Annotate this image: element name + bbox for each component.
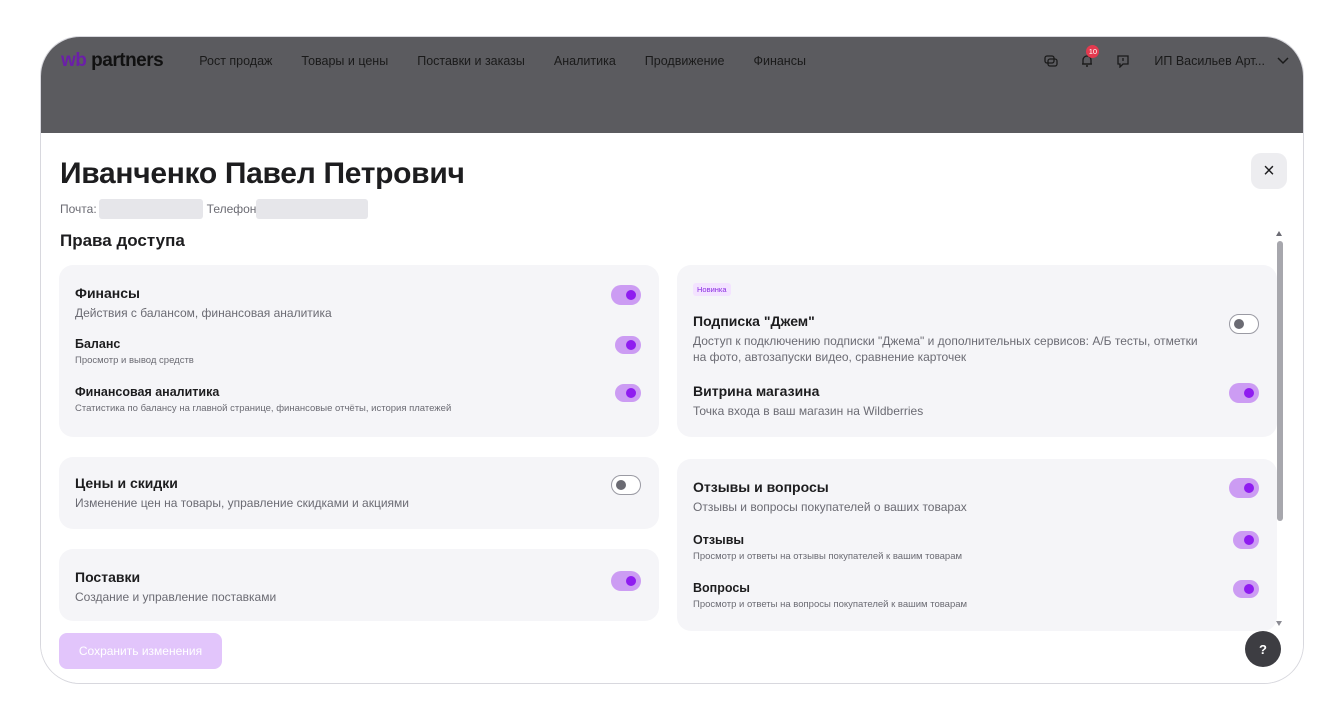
close-button[interactable]: × [1251,153,1287,189]
close-icon: × [1263,160,1275,182]
scroll-up-arrow-icon[interactable] [1276,231,1282,236]
feedback-desc: Просмотр и ответы на отзывы покупателей … [693,551,963,562]
phone-label: Телефон [206,202,257,216]
access-rights-panel: Иванченко Павел Петрович × Почта: Телефо… [41,133,1303,683]
prices-card: Цены и скидки Изменение цен на товары, у… [59,457,659,529]
subscription-card: Новинка Подписка "Джем" Доступ к подключ… [677,265,1277,437]
notification-badge: 10 [1086,45,1100,58]
balance-toggle[interactable] [615,336,641,354]
finance-analytics-desc: Статистика по балансу на главной страниц… [75,403,452,414]
storefront-title: Витрина магазина [693,383,820,399]
nav-item-promotion[interactable]: Продвижение [645,54,725,68]
balance-desc: Просмотр и вывод средств [75,355,194,366]
reviews-title: Отзывы и вопросы [693,479,829,495]
contacts-row: Почта: Телефон [60,199,369,219]
help-button[interactable]: ? [1245,631,1281,667]
section-title: Права доступа [60,231,185,250]
finance-analytics-title: Финансовая аналитика [75,385,220,399]
reviews-desc: Отзывы и вопросы покупателей о ваших тов… [693,500,967,514]
supplies-toggle[interactable] [611,571,641,591]
bell-icon[interactable]: 10 [1076,45,1100,72]
nav-item-finance[interactable]: Финансы [753,54,805,68]
scrollbar-thumb[interactable] [1277,241,1283,521]
wb-partners-logo[interactable]: wb partners [61,50,164,72]
questions-toggle[interactable] [1233,580,1259,598]
nav-item-supplies-orders[interactable]: Поставки и заказы [417,54,525,68]
top-nav: wb partners Рост продаж Товары и цены По… [41,37,1303,85]
supplies-desc: Создание и управление поставками [75,590,277,604]
supplies-title: Поставки [75,569,141,585]
feedback-title: Отзывы [693,533,745,547]
supplies-card: Поставки Создание и управление поставкам… [59,549,659,621]
save-changes-button[interactable]: Сохранить изменения [59,633,222,669]
nav-item-analytics[interactable]: Аналитика [554,54,616,68]
balance-title: Баланс [75,337,121,351]
support-icon[interactable] [1112,50,1134,72]
reviews-card: Отзывы и вопросы Отзывы и вопросы покупа… [677,459,1277,631]
subscription-desc: Доступ к подключению подписки "Джема" и … [693,334,1198,364]
dimmed-header: wb partners Рост продаж Товары и цены По… [41,37,1303,133]
nav-item-products-prices[interactable]: Товары и цены [301,54,388,68]
prices-desc: Изменение цен на товары, управление скид… [75,496,409,510]
reviews-toggle[interactable] [1229,478,1259,498]
page-title: Иванченко Павел Петрович [60,157,465,190]
feedback-toggle[interactable] [1233,531,1259,549]
chevron-down-icon [1277,57,1289,65]
subscription-toggle[interactable] [1229,314,1259,334]
new-badge: Новинка [693,283,731,296]
email-label: Почта: [60,202,97,216]
nav-item-sales-growth[interactable]: Рост продаж [199,54,272,68]
questions-title: Вопросы [693,581,750,595]
app-window: wb partners Рост продаж Товары и цены По… [40,36,1304,684]
user-menu[interactable]: ИП Васильев Арт... [1154,54,1289,68]
email-value-redacted [98,199,203,219]
finance-title: Финансы [75,285,140,301]
finance-analytics-toggle[interactable] [615,384,641,402]
user-name: ИП Васильев Арт... [1154,54,1265,68]
subscription-title: Подписка "Джем" [693,313,815,329]
scroll-down-arrow-icon[interactable] [1276,621,1282,626]
phone-value-redacted [256,199,369,219]
nav-right-group: 10 ИП Васильев Арт... [1026,37,1289,85]
finance-toggle[interactable] [611,285,641,305]
storefront-desc: Точка входа в ваш магазин на Wildberries [693,404,924,418]
finance-card: Финансы Действия с балансом, финансовая … [59,265,659,437]
chat-icon[interactable] [1040,50,1062,72]
prices-title: Цены и скидки [75,475,178,491]
prices-toggle[interactable] [611,475,641,495]
storefront-toggle[interactable] [1229,383,1259,403]
finance-desc: Действия с балансом, финансовая аналитик… [75,306,332,320]
questions-desc: Просмотр и ответы на вопросы покупателей… [693,599,968,610]
